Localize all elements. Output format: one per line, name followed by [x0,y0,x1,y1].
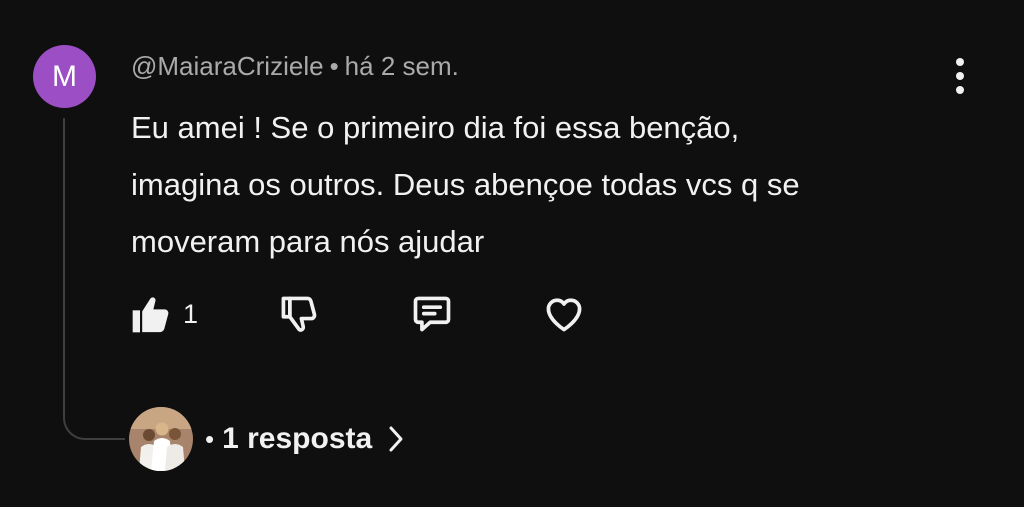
comment-line: moveram para nós ajudar [131,224,485,259]
reply-avatar-image [129,407,193,471]
heart-icon[interactable] [541,292,587,336]
thumbs-up-icon[interactable] [129,292,173,336]
more-vertical-icon [956,72,964,80]
more-options-button[interactable] [944,56,976,96]
thread-line [63,118,125,440]
author-handle[interactable]: @MaiaraCriziele [131,51,324,81]
comment-line: imagina os outros. Deus abençoe todas vc… [131,167,800,202]
like-count: 1 [183,299,199,329]
more-vertical-icon [956,86,964,94]
view-replies-button[interactable]: • 1 resposta [129,406,406,472]
comment-icon[interactable] [410,292,454,336]
thumbs-down-icon[interactable] [277,292,321,336]
comment-line: Eu amei ! Se o primeiro dia foi essa ben… [131,110,740,145]
comment-time: há 2 sem. [344,51,459,81]
comment-text: Eu amei ! Se o primeiro dia foi essa ben… [131,99,961,270]
author-avatar[interactable]: M [33,45,96,108]
comment-meta: @MaiaraCriziele • há 2 sem. [131,51,459,82]
reply-author-avatar [129,407,193,471]
replies-label: 1 resposta [222,422,373,455]
chevron-right-icon [389,426,403,452]
replies-separator: • [205,423,215,454]
meta-separator: • [329,51,339,81]
more-vertical-icon [956,58,964,66]
